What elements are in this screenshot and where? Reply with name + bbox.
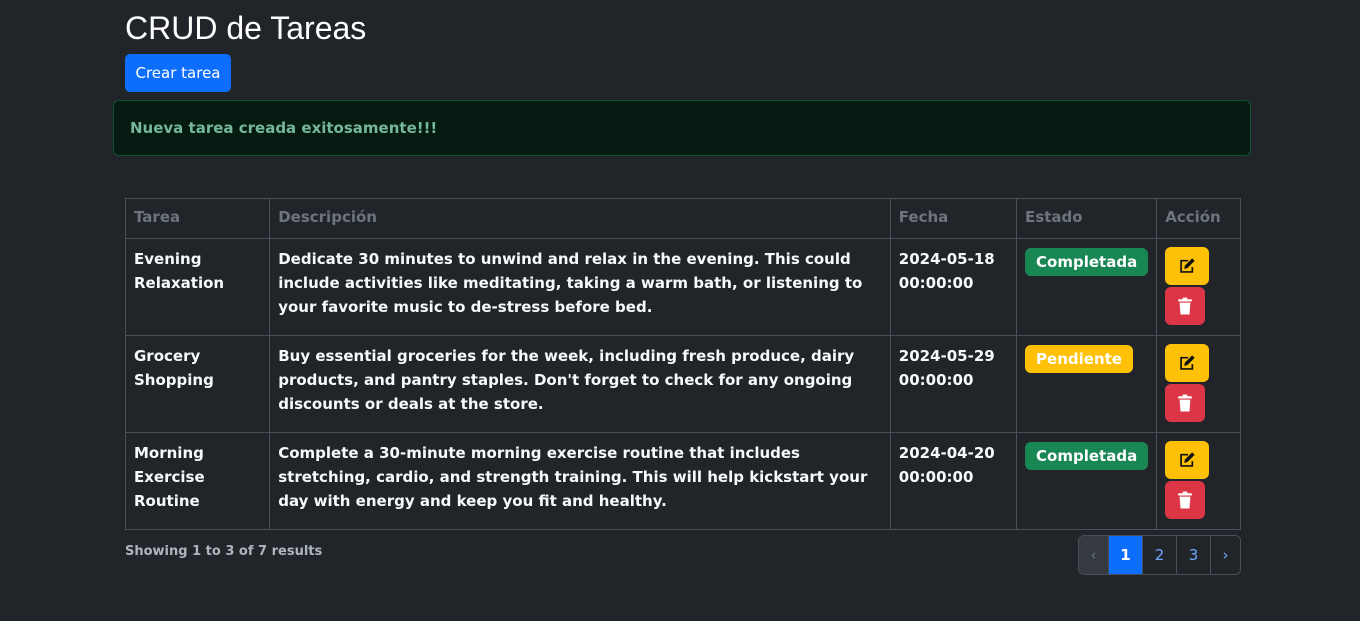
header-date: Fecha [889,198,1018,239]
results-summary: Showing 1 to 3 of 7 results [125,544,323,559]
pagination: ‹ 1 2 3 › [1078,535,1241,575]
status-badge: Completada [1025,248,1149,276]
pagination-prev[interactable]: ‹ [1079,536,1109,574]
edit-button[interactable] [1165,247,1210,285]
cell-actions [1156,432,1241,530]
cell-status: Completada [1016,432,1158,530]
header-task: Tarea [124,198,271,239]
edit-button[interactable] [1165,441,1210,479]
pagination-page-2[interactable]: 2 [1143,536,1177,574]
cell-actions [1156,238,1241,336]
edit-button[interactable] [1165,344,1210,382]
table-header-row: Tarea Descripción Fecha Estado Acción [124,198,1241,239]
cell-description: Complete a 30-minute morning exercise ro… [269,432,891,530]
status-badge: Completada [1025,442,1149,470]
cell-date: 2024-05-29 00:00:00 [889,335,1018,433]
tasks-table: Tarea Descripción Fecha Estado Acción Ev… [124,198,1241,530]
delete-button[interactable] [1165,287,1206,325]
page-title: CRUD de Tareas [125,10,367,46]
create-task-button[interactable]: Crear tarea [125,54,231,92]
cell-task: Morning Exercise Routine [124,432,271,530]
delete-button[interactable] [1165,481,1206,519]
header-description: Descripción [269,198,891,239]
cell-date: 2024-04-20 00:00:00 [889,432,1018,530]
pagination-page-3[interactable]: 3 [1177,536,1211,574]
alert-message: Nueva tarea creada exitosamente!!! [130,119,438,137]
cell-actions [1156,335,1241,433]
delete-button[interactable] [1165,384,1206,422]
cell-task: Grocery Shopping [124,335,271,433]
trash-icon [1178,297,1192,315]
cell-description: Buy essential groceries for the week, in… [269,335,891,433]
trash-icon [1178,394,1192,412]
pagination-page-1[interactable]: 1 [1109,536,1143,574]
cell-date: 2024-05-18 00:00:00 [889,238,1018,336]
success-alert: Nueva tarea creada exitosamente!!! [113,100,1251,156]
table-row: Evening Relaxation Dedicate 30 minutes t… [124,238,1241,336]
edit-icon [1180,452,1195,467]
table-row: Grocery Shopping Buy essential groceries… [124,335,1241,433]
edit-icon [1180,355,1195,370]
cell-description: Dedicate 30 minutes to unwind and relax … [269,238,891,336]
cell-status: Pendiente [1016,335,1158,433]
pagination-next[interactable]: › [1211,536,1240,574]
table-row: Morning Exercise Routine Complete a 30-m… [124,432,1241,530]
header-action: Acción [1156,198,1241,239]
status-badge: Pendiente [1025,345,1133,373]
trash-icon [1178,491,1192,509]
cell-task: Evening Relaxation [124,238,271,336]
header-status: Estado [1016,198,1158,239]
cell-status: Completada [1016,238,1158,336]
edit-icon [1180,258,1195,273]
